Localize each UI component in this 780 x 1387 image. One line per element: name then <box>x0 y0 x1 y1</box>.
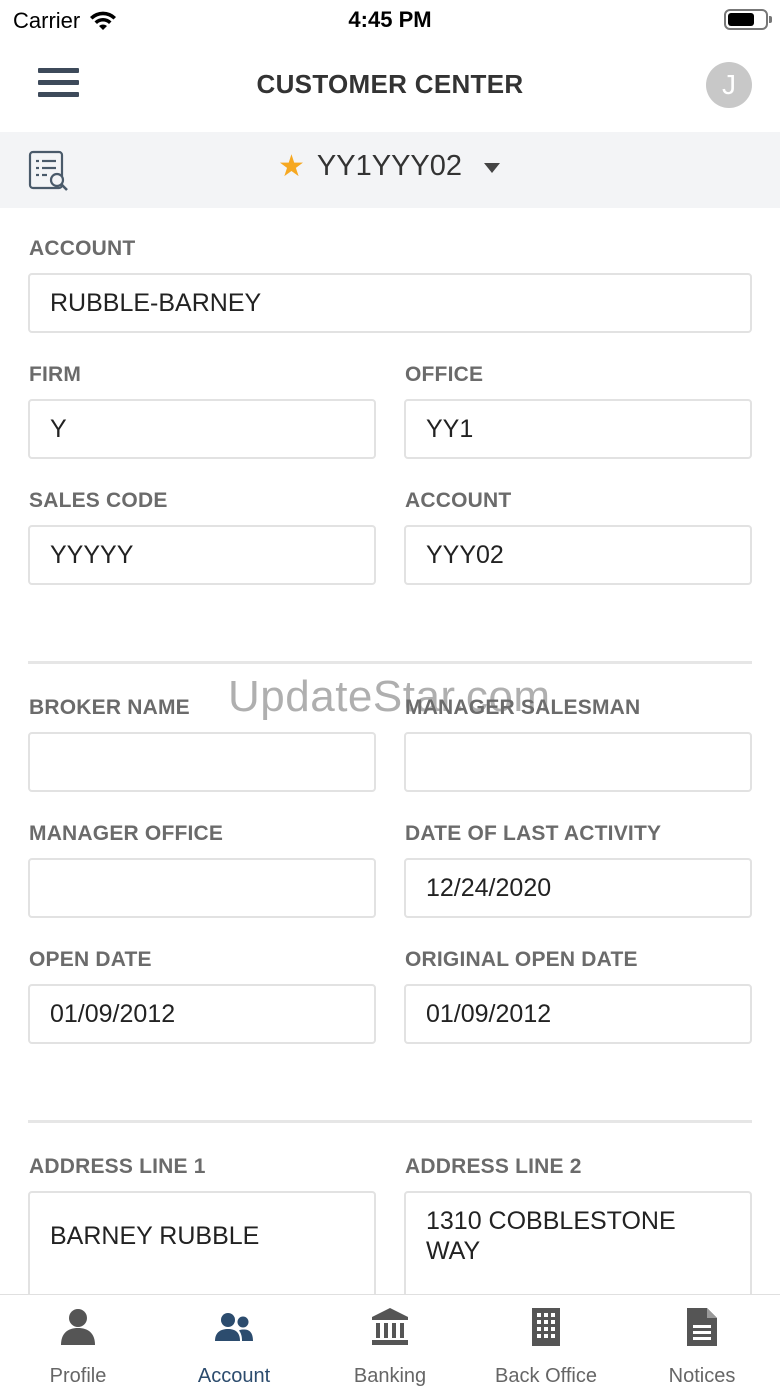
account-details-form: ACCOUNT RUBBLE-BARNEY FIRM Y OFFICE YY1 … <box>0 208 780 1294</box>
account-name-label: ACCOUNT <box>29 237 136 260</box>
address-line-1-field[interactable]: BARNEY RUBBLE <box>28 1191 376 1294</box>
tab-profile[interactable]: Profile <box>0 1295 156 1387</box>
person-icon <box>61 1309 95 1345</box>
people-icon <box>215 1313 253 1341</box>
manager-office-label: MANAGER OFFICE <box>29 822 224 845</box>
building-icon <box>532 1308 560 1346</box>
original-open-date-field[interactable]: 01/09/2012 <box>404 984 752 1044</box>
account-number-field[interactable]: YYY02 <box>404 525 752 585</box>
manager-office-field[interactable] <box>28 858 376 918</box>
tab-account[interactable]: Account <box>156 1295 312 1387</box>
status-time: 4:45 PM <box>348 7 432 32</box>
open-date-label: OPEN DATE <box>29 948 152 971</box>
manager-salesman-field[interactable] <box>404 732 752 792</box>
address-line-2-field[interactable]: 1310 COBBLESTONE WAY <box>404 1191 752 1294</box>
document-icon <box>687 1308 717 1346</box>
last-activity-field[interactable]: 12/24/2020 <box>404 858 752 918</box>
office-label: OFFICE <box>405 363 484 386</box>
account-number-label: ACCOUNT <box>405 489 512 512</box>
firm-field[interactable]: Y <box>28 399 376 459</box>
tab-back-office[interactable]: Back Office <box>468 1295 624 1387</box>
star-icon[interactable]: ★ <box>278 151 305 182</box>
selected-account-id: YY1YYY02 <box>316 150 463 182</box>
manager-salesman-label: MANAGER SALESMAN <box>405 696 641 719</box>
sales-code-label: SALES CODE <box>29 489 168 512</box>
tab-label: Account <box>197 1365 271 1387</box>
office-field[interactable]: YY1 <box>404 399 752 459</box>
user-avatar[interactable]: J <box>706 62 752 108</box>
bank-icon <box>372 1308 408 1345</box>
tab-label: Notices <box>668 1365 736 1387</box>
battery-icon <box>724 9 772 30</box>
bottom-tab-bar: Profile Account Banking Back Office Noti… <box>0 1294 780 1387</box>
account-name-field[interactable]: RUBBLE-BARNEY <box>28 273 752 333</box>
tab-banking[interactable]: Banking <box>312 1295 468 1387</box>
chevron-down-icon <box>484 163 501 173</box>
open-date-field[interactable]: 01/09/2012 <box>28 984 376 1044</box>
section-divider <box>28 661 752 664</box>
broker-name-label: BROKER NAME <box>29 696 190 719</box>
app-header: CUSTOMER CENTER J <box>0 42 780 132</box>
address-line-1-label: ADDRESS LINE 1 <box>29 1155 206 1178</box>
document-search-icon[interactable] <box>28 150 70 192</box>
last-activity-label: DATE OF LAST ACTIVITY <box>405 822 662 845</box>
section-divider <box>28 1120 752 1123</box>
firm-label: FIRM <box>29 363 82 386</box>
page-title: CUSTOMER CENTER <box>256 69 524 99</box>
broker-name-field[interactable] <box>28 732 376 792</box>
tab-label: Profile <box>49 1365 107 1387</box>
tab-label: Back Office <box>495 1365 597 1387</box>
account-selector-bar: ★ YY1YYY02 <box>0 132 780 208</box>
sales-code-field[interactable]: YYYYY <box>28 525 376 585</box>
account-dropdown[interactable]: ★ YY1YYY02 <box>278 150 501 183</box>
original-open-date-label: ORIGINAL OPEN DATE <box>405 948 638 971</box>
tab-label: Banking <box>353 1365 427 1387</box>
status-bar: Carrier 4:45 PM <box>0 0 780 42</box>
tab-notices[interactable]: Notices <box>624 1295 780 1387</box>
address-line-2-label: ADDRESS LINE 2 <box>405 1155 582 1178</box>
